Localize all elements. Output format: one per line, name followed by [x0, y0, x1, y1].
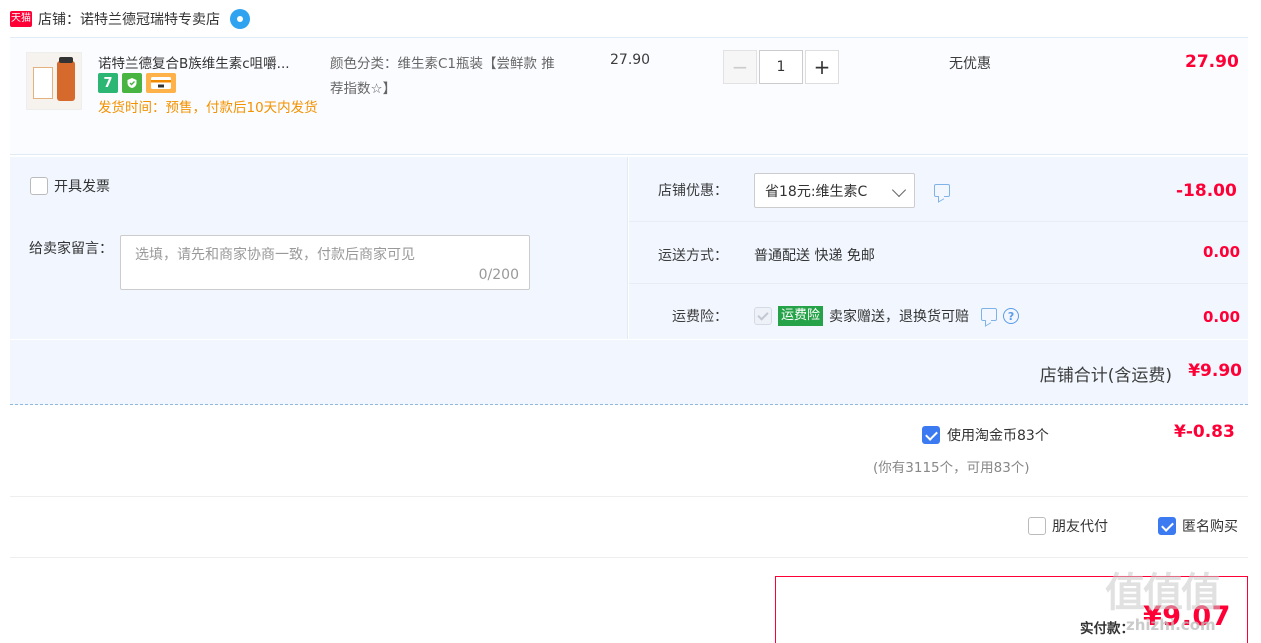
- quantity-increase-button[interactable]: +: [805, 50, 839, 84]
- taobao-coins-option[interactable]: 使用淘金币83个: [922, 425, 1049, 445]
- divider: [10, 496, 1248, 497]
- anonymous-label: 匿名购买: [1182, 519, 1238, 535]
- seller-message-input[interactable]: 选填，请先和商家协商一致，付款后商家可见 0/200: [120, 235, 530, 290]
- coins-availability: (你有3115个，可用83个): [873, 460, 1030, 476]
- shop-name-link[interactable]: 店铺：诺特兰德冠瑞特专卖店: [38, 9, 220, 29]
- insurance-amount: 0.00: [1203, 308, 1241, 326]
- shipping-time-note: 发货时间：预售，付款后10天内发货: [98, 100, 318, 116]
- friend-pay-option[interactable]: 朋友代付: [1028, 516, 1108, 536]
- friend-pay-checkbox[interactable]: [1028, 517, 1046, 535]
- anonymous-buy-option[interactable]: 匿名购买: [1158, 516, 1238, 536]
- coins-label: 使用淘金币83个: [947, 428, 1049, 444]
- subtotal-label: 店铺合计(含运费): [1039, 366, 1172, 386]
- payment-options: 朋友代付 匿名购买: [1028, 516, 1238, 536]
- insurance-badge: 运费险: [778, 306, 824, 326]
- site-watermark-url: zhizhi.com: [1126, 616, 1216, 634]
- insurance-label: 运费险：: [672, 309, 728, 325]
- seller-message-placeholder: 选填，请先和商家协商一致，付款后商家可见: [135, 247, 415, 263]
- quantity-stepper: − 1 +: [723, 50, 839, 84]
- seller-message-count: 0/200: [478, 267, 519, 283]
- unit-price: 27.90: [610, 52, 651, 68]
- seller-message-label: 给卖家留言：: [29, 241, 113, 257]
- chat-icon[interactable]: [230, 9, 250, 29]
- subtotal-value: ¥9.90: [1188, 361, 1242, 381]
- anonymous-checkbox[interactable]: [1158, 517, 1176, 535]
- divider: [10, 557, 1248, 558]
- service-icons: 7: [98, 73, 176, 93]
- coupon-message-icon[interactable]: [934, 184, 950, 197]
- site-watermark: 值值值: [1105, 570, 1221, 616]
- friend-pay-label: 朋友代付: [1052, 519, 1108, 535]
- divider: [629, 221, 1248, 222]
- shop-coupon-label: 店铺优惠：: [658, 183, 728, 199]
- insurance-text: 卖家赠送，退换货可赔: [829, 309, 970, 325]
- insurance-checkbox[interactable]: [754, 307, 772, 325]
- shipping-method: 普通配送 快递 免邮: [754, 248, 875, 264]
- seven-day-return-icon[interactable]: 7: [98, 73, 118, 93]
- help-icon[interactable]: ?: [1003, 308, 1020, 324]
- shop-subtotal-bar: 店铺合计(含运费) ¥9.90: [10, 340, 1248, 405]
- item-total-price: 27.90: [1185, 52, 1239, 72]
- invoice-checkbox[interactable]: [30, 177, 48, 195]
- invoice-label: 开具发票: [54, 179, 110, 195]
- quantity-input[interactable]: 1: [759, 50, 803, 84]
- invoice-option[interactable]: 开具发票: [30, 176, 110, 196]
- shipping-label: 运送方式：: [658, 248, 728, 264]
- product-title-link[interactable]: 诺特兰德复合B族维生素c咀嚼...: [98, 52, 318, 72]
- shop-coupon-select[interactable]: 省18元:维生素C: [754, 173, 915, 208]
- coins-checkbox[interactable]: [922, 426, 940, 444]
- shop-coupon-amount: -18.00: [1176, 181, 1237, 201]
- quantity-decrease-button[interactable]: −: [723, 50, 757, 84]
- order-item-row: 诺特兰德复合B族维生素c咀嚼... 7 发货时间：预售，付款后10天内发货 颜色…: [10, 37, 1248, 155]
- shipping-insurance-option: 运费险 卖家赠送，退换货可赔 ?: [754, 306, 1020, 326]
- credit-card-icon[interactable]: [146, 73, 176, 93]
- shipping-amount: 0.00: [1203, 243, 1241, 261]
- shop-header: 天猫 店铺：诺特兰德冠瑞特专卖店: [10, 6, 250, 32]
- chevron-down-icon: [891, 182, 907, 198]
- tmall-badge: 天猫: [10, 11, 32, 27]
- insurance-message-icon[interactable]: [981, 307, 998, 325]
- product-thumbnail[interactable]: [26, 52, 82, 110]
- divider: [629, 283, 1248, 284]
- quality-guarantee-icon[interactable]: [122, 73, 142, 93]
- sku-description: 颜色分类：维生素C1瓶装【尝鲜款 推荐指数☆】: [330, 56, 555, 97]
- coins-discount-value: ¥-0.83: [1174, 422, 1235, 442]
- shop-coupon-value: 省18元:维生素C: [765, 183, 868, 200]
- item-promotion: 无优惠: [949, 56, 991, 72]
